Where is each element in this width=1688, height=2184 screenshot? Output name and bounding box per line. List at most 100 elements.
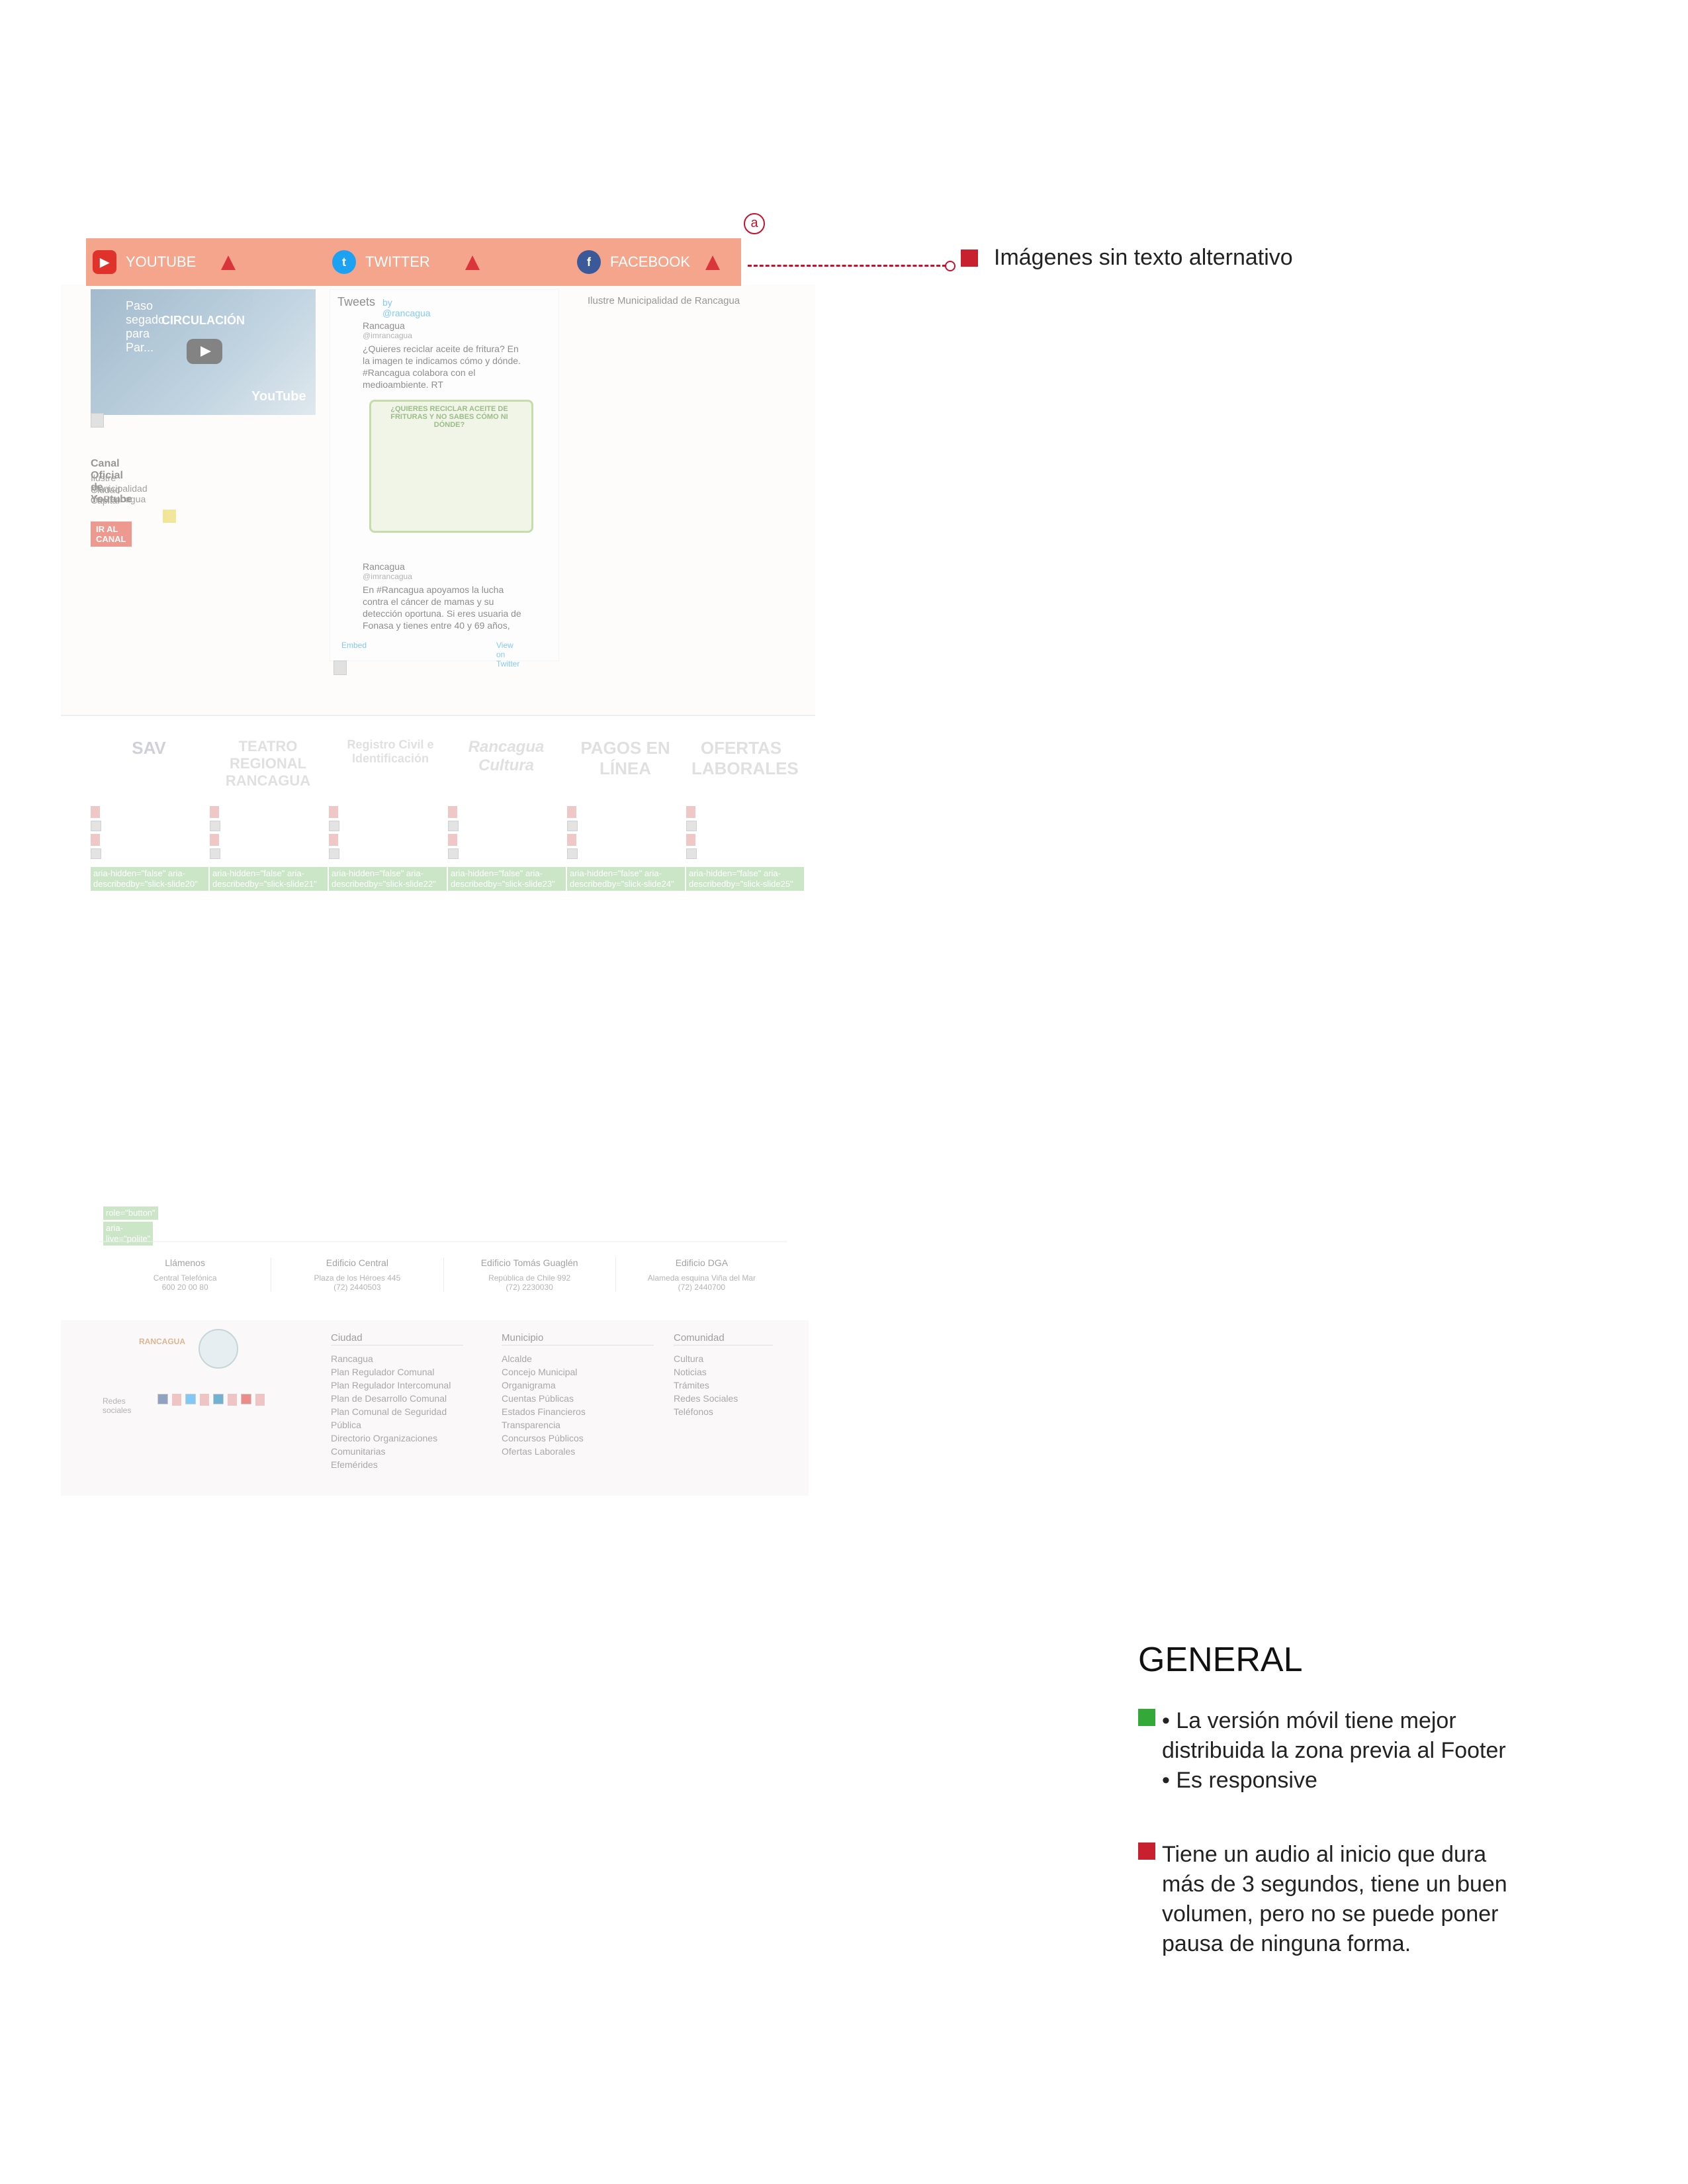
contact-line[interactable]: (72) 2440503 (271, 1283, 443, 1292)
contact-row: Llámenos Central Telefónica 600 20 00 80… (99, 1257, 787, 1292)
facebook-page-name[interactable]: Ilustre Municipalidad de Rancagua (588, 295, 740, 306)
warning-icon (228, 1394, 237, 1406)
aria-chip: aria-hidden="false" aria-describedby="sl… (686, 867, 804, 891)
red-marker-icon (961, 249, 978, 267)
annotation-connector-end (945, 261, 955, 271)
footer-column-municipio: Municipio Alcalde Concejo Municipal Orga… (502, 1332, 654, 1458)
youtube-icon[interactable] (241, 1394, 251, 1404)
warning-icon (448, 834, 457, 846)
footer-link[interactable]: Concejo Municipal (502, 1365, 654, 1379)
tweet-user[interactable]: Rancagua (363, 320, 405, 331)
play-icon[interactable] (187, 339, 222, 364)
contact-line: República de Chile 992 (488, 1273, 571, 1283)
tweet-user[interactable]: Rancagua (363, 561, 405, 572)
image-placeholder-icon (686, 821, 697, 831)
tab-facebook-label: FACEBOOK (610, 253, 691, 270)
image-placeholder-icon (210, 848, 220, 859)
footer-link[interactable]: Plan de Desarrollo Comunal (331, 1392, 463, 1405)
footer-link[interactable]: Trámites (674, 1379, 773, 1392)
tweet-text: ¿Quieres reciclar aceite de fritura? En … (363, 343, 521, 390)
logo-registro-civil[interactable]: Registro Civil e Identificación (337, 738, 443, 766)
logo-sav[interactable]: SAV (99, 738, 199, 758)
footer-link[interactable]: Cultura (674, 1352, 773, 1365)
footer-social-icons (157, 1394, 265, 1406)
footer-link[interactable]: Efemérides (331, 1458, 463, 1471)
logo-rancagua-cultura[interactable]: Rancagua Cultura (457, 738, 556, 775)
warning-icon (329, 834, 338, 846)
image-placeholder-icon (567, 821, 578, 831)
youtube-brand: YouTube (251, 389, 306, 404)
footer-link[interactable]: Plan Regulador Comunal (331, 1365, 463, 1379)
warning-icon (172, 1394, 181, 1406)
seal-icon (199, 1329, 238, 1369)
footer-link[interactable]: Organigrama (502, 1379, 654, 1392)
facebook-icon[interactable] (157, 1394, 168, 1404)
contact-line[interactable]: 600 20 00 80 (99, 1283, 271, 1292)
tweets-handle[interactable]: by @rancagua (382, 297, 431, 318)
footer-link[interactable]: Ofertas Laborales (502, 1445, 654, 1458)
tab-twitter[interactable]: t TWITTER (332, 250, 430, 274)
tab-twitter-label: TWITTER (365, 253, 430, 270)
general-title: GENERAL (1138, 1641, 1303, 1679)
footer-column-title: Comunidad (674, 1332, 773, 1345)
embed-link[interactable]: Embed (341, 641, 367, 650)
contact-title: Edificio Tomás Guaglén (480, 1257, 578, 1268)
image-placeholder-icon (91, 848, 101, 859)
contact-line: Central Telefónica (153, 1273, 217, 1283)
footer-link[interactable]: Rancagua (331, 1352, 463, 1365)
contact-line[interactable]: (72) 2440700 (616, 1283, 787, 1292)
go-to-channel-button[interactable]: IR AL CANAL (91, 522, 132, 547)
footer-link[interactable]: Estados Financieros (502, 1405, 654, 1418)
footer-brand[interactable]: RANCAGUA (139, 1337, 185, 1346)
note-line: Tiene un audio al inicio que dura (1162, 1842, 1487, 1867)
warning-icon (448, 806, 457, 818)
footer-link[interactable]: Teléfonos (674, 1405, 773, 1418)
footer-link[interactable]: Directorio Organizaciones Comunitarias (331, 1432, 463, 1458)
footer-link[interactable]: Redes Sociales (674, 1392, 773, 1405)
video-title: Paso segado para Par... (126, 299, 165, 354)
slide-markers (686, 806, 697, 859)
note-line: • La versión móvil tiene mejor (1162, 1708, 1456, 1733)
footer-link[interactable]: Cuentas Públicas (502, 1392, 654, 1405)
contact-line: Alameda esquina Viña del Mar (647, 1273, 756, 1283)
warning-icon (200, 1394, 209, 1406)
note-line: más de 3 segundos, tiene un buen (1162, 1872, 1507, 1897)
footer-link[interactable]: Transparencia (502, 1418, 654, 1432)
footer-link[interactable]: Plan Comunal de Seguridad Pública (331, 1405, 463, 1432)
tweet-handle: @imrancagua (363, 572, 412, 581)
footer-link[interactable]: Concursos Públicos (502, 1432, 654, 1445)
logo-pagos-en-linea[interactable]: PAGOS EN LÍNEA (576, 738, 675, 779)
image-placeholder-icon (567, 848, 578, 859)
warning-icon (91, 834, 100, 846)
note-text: Tiene un audio al inicio que dura más de… (1162, 1840, 1572, 1959)
image-placeholder-icon (448, 848, 459, 859)
logo-ofertas-laborales[interactable]: OFERTAS LABORALES (691, 738, 799, 779)
slide-markers (567, 806, 578, 859)
contact-item: Edificio Tomás Guaglén República de Chil… (444, 1257, 616, 1292)
note-line: volumen, pero no se puede poner (1162, 1901, 1499, 1927)
footer-link[interactable]: Plan Regulador Intercomunal (331, 1379, 463, 1392)
twitter-icon[interactable] (185, 1394, 196, 1404)
annotation-connector (748, 265, 946, 267)
footer-link[interactable]: Noticias (674, 1365, 773, 1379)
contact-title: Edificio DGA (675, 1257, 729, 1268)
image-placeholder-icon (329, 821, 339, 831)
contact-line[interactable]: (72) 2230030 (444, 1283, 615, 1292)
annotation-label: Imágenes sin texto alternativo (994, 245, 1293, 270)
warning-icon (705, 255, 720, 270)
logo-teatro-regional[interactable]: TEATRO REGIONAL RANCAGUA (218, 738, 318, 790)
image-placeholder-icon (91, 413, 104, 428)
warning-icon (686, 806, 695, 818)
image-placeholder-icon (91, 821, 101, 831)
tab-facebook[interactable]: f FACEBOOK (577, 250, 690, 274)
footer-link[interactable]: Alcalde (502, 1352, 654, 1365)
linkedin-icon[interactable] (213, 1394, 224, 1404)
aria-chip: aria-hidden="false" aria-describedby="sl… (448, 867, 566, 891)
aria-chip: aria-hidden="false" aria-describedby="sl… (329, 867, 447, 891)
warning-icon (210, 834, 219, 846)
note-text: • La versión móvil tiene mejor distribui… (1162, 1706, 1572, 1796)
divider (61, 715, 815, 716)
tab-youtube[interactable]: ▶ YOUTUBE (93, 250, 196, 274)
image-placeholder-icon (329, 848, 339, 859)
view-on-twitter-link[interactable]: View on Twitter (496, 641, 519, 668)
